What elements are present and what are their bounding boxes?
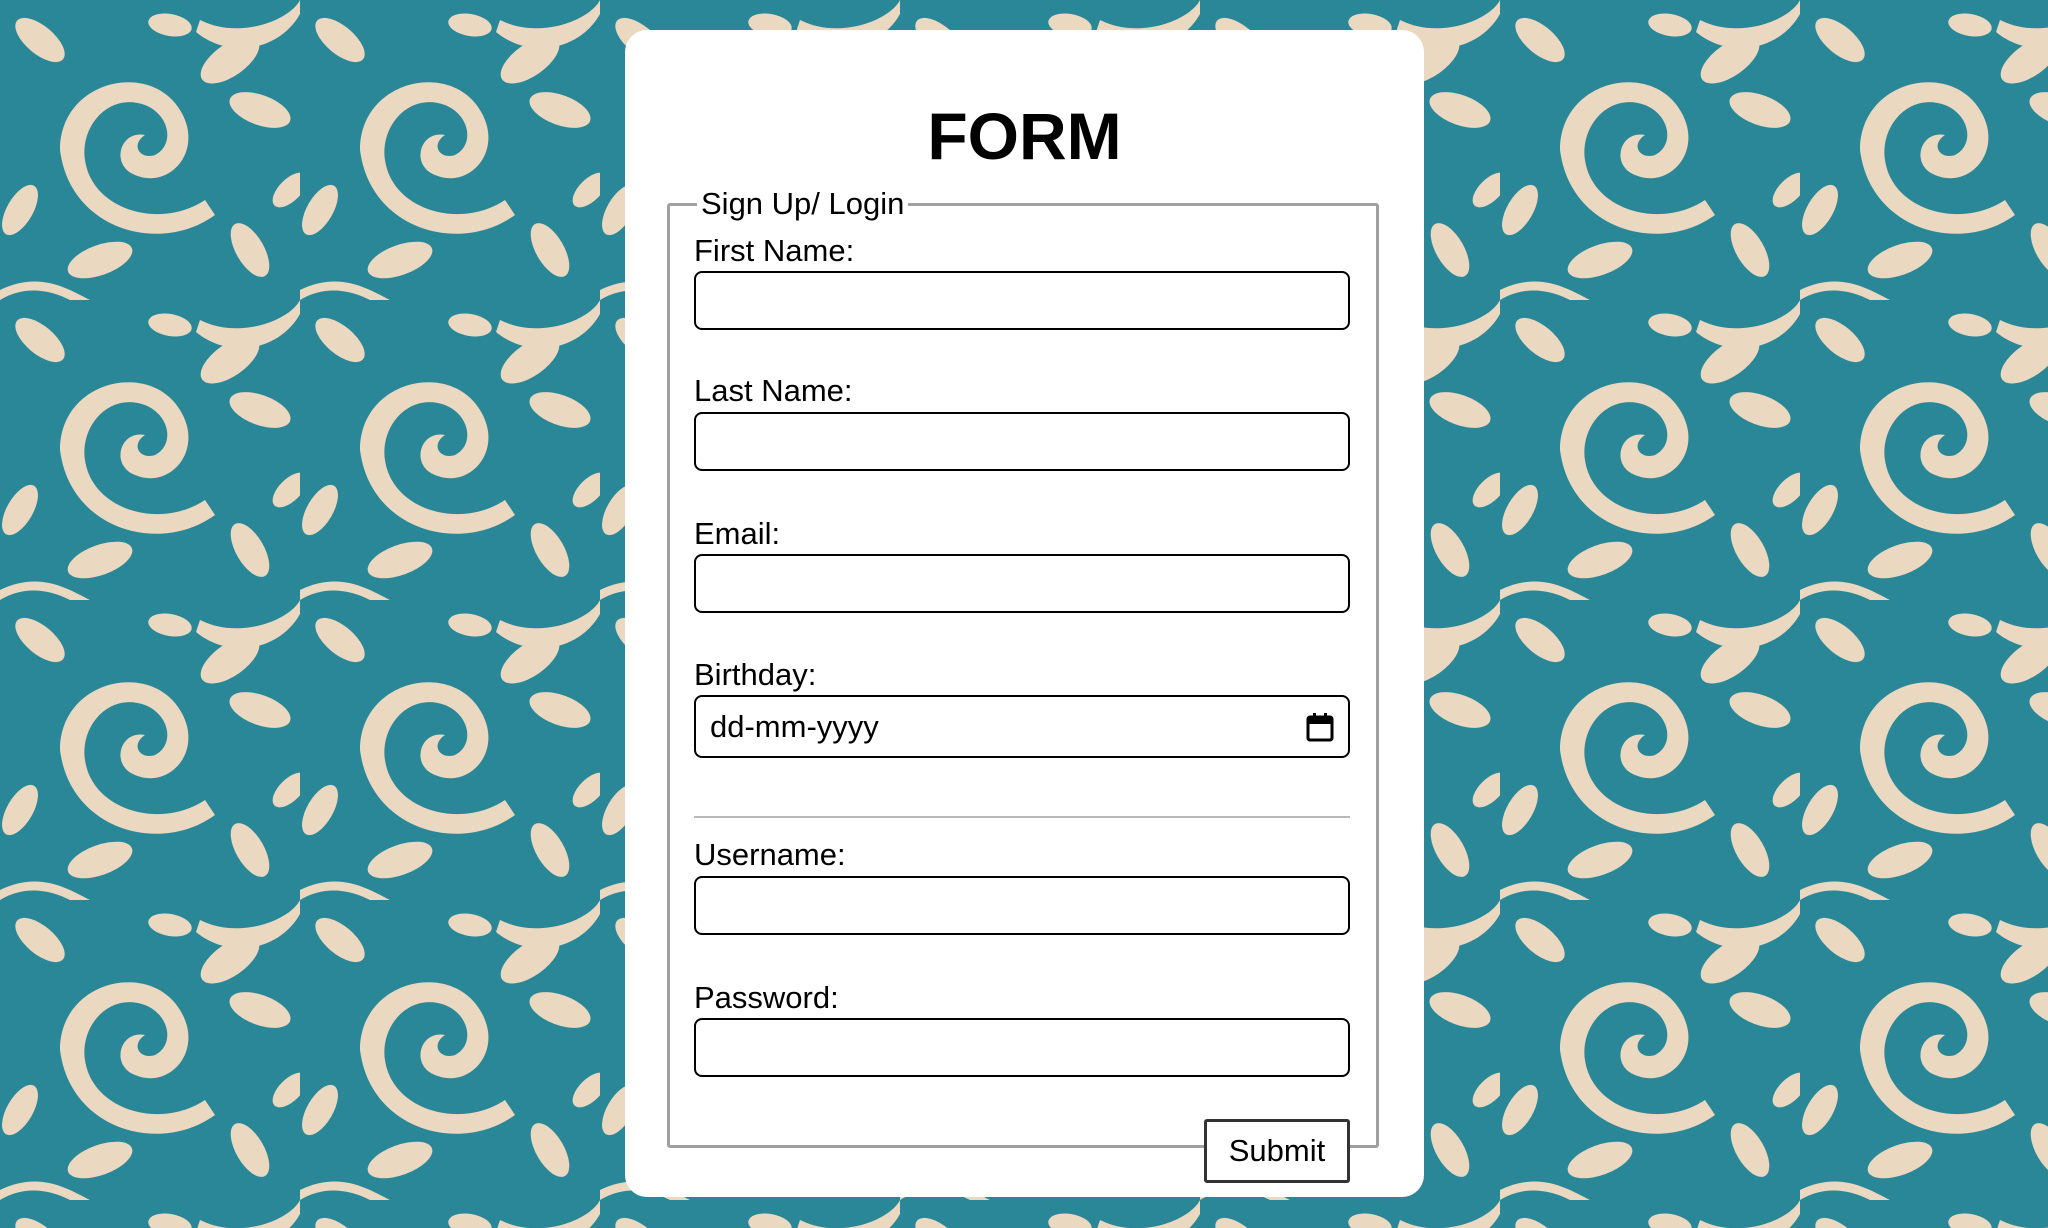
last-name-input[interactable] <box>694 412 1350 471</box>
first-name-label: First Name: <box>694 233 855 268</box>
first-name-input[interactable] <box>694 271 1350 330</box>
password-input[interactable] <box>694 1018 1350 1077</box>
birthday-placeholder: dd-mm-yyyy <box>710 708 879 744</box>
section-divider <box>694 816 1350 818</box>
birthday-date-input[interactable]: dd-mm-yyyy <box>694 695 1350 758</box>
fieldset-legend: Sign Up/ Login <box>701 186 905 221</box>
submit-button[interactable]: Submit <box>1204 1119 1350 1183</box>
birthday-label: Birthday: <box>694 657 817 692</box>
form-card: FORM Sign Up/ Login First Name: Last Nam… <box>625 30 1424 1197</box>
last-name-label: Last Name: <box>694 373 853 408</box>
username-label: Username: <box>694 837 846 872</box>
form-title: FORM <box>927 99 1122 173</box>
email-label: Email: <box>694 516 781 551</box>
calendar-icon[interactable] <box>1306 712 1334 742</box>
email-input[interactable] <box>694 554 1350 613</box>
password-label: Password: <box>694 980 839 1015</box>
username-input[interactable] <box>694 876 1350 935</box>
